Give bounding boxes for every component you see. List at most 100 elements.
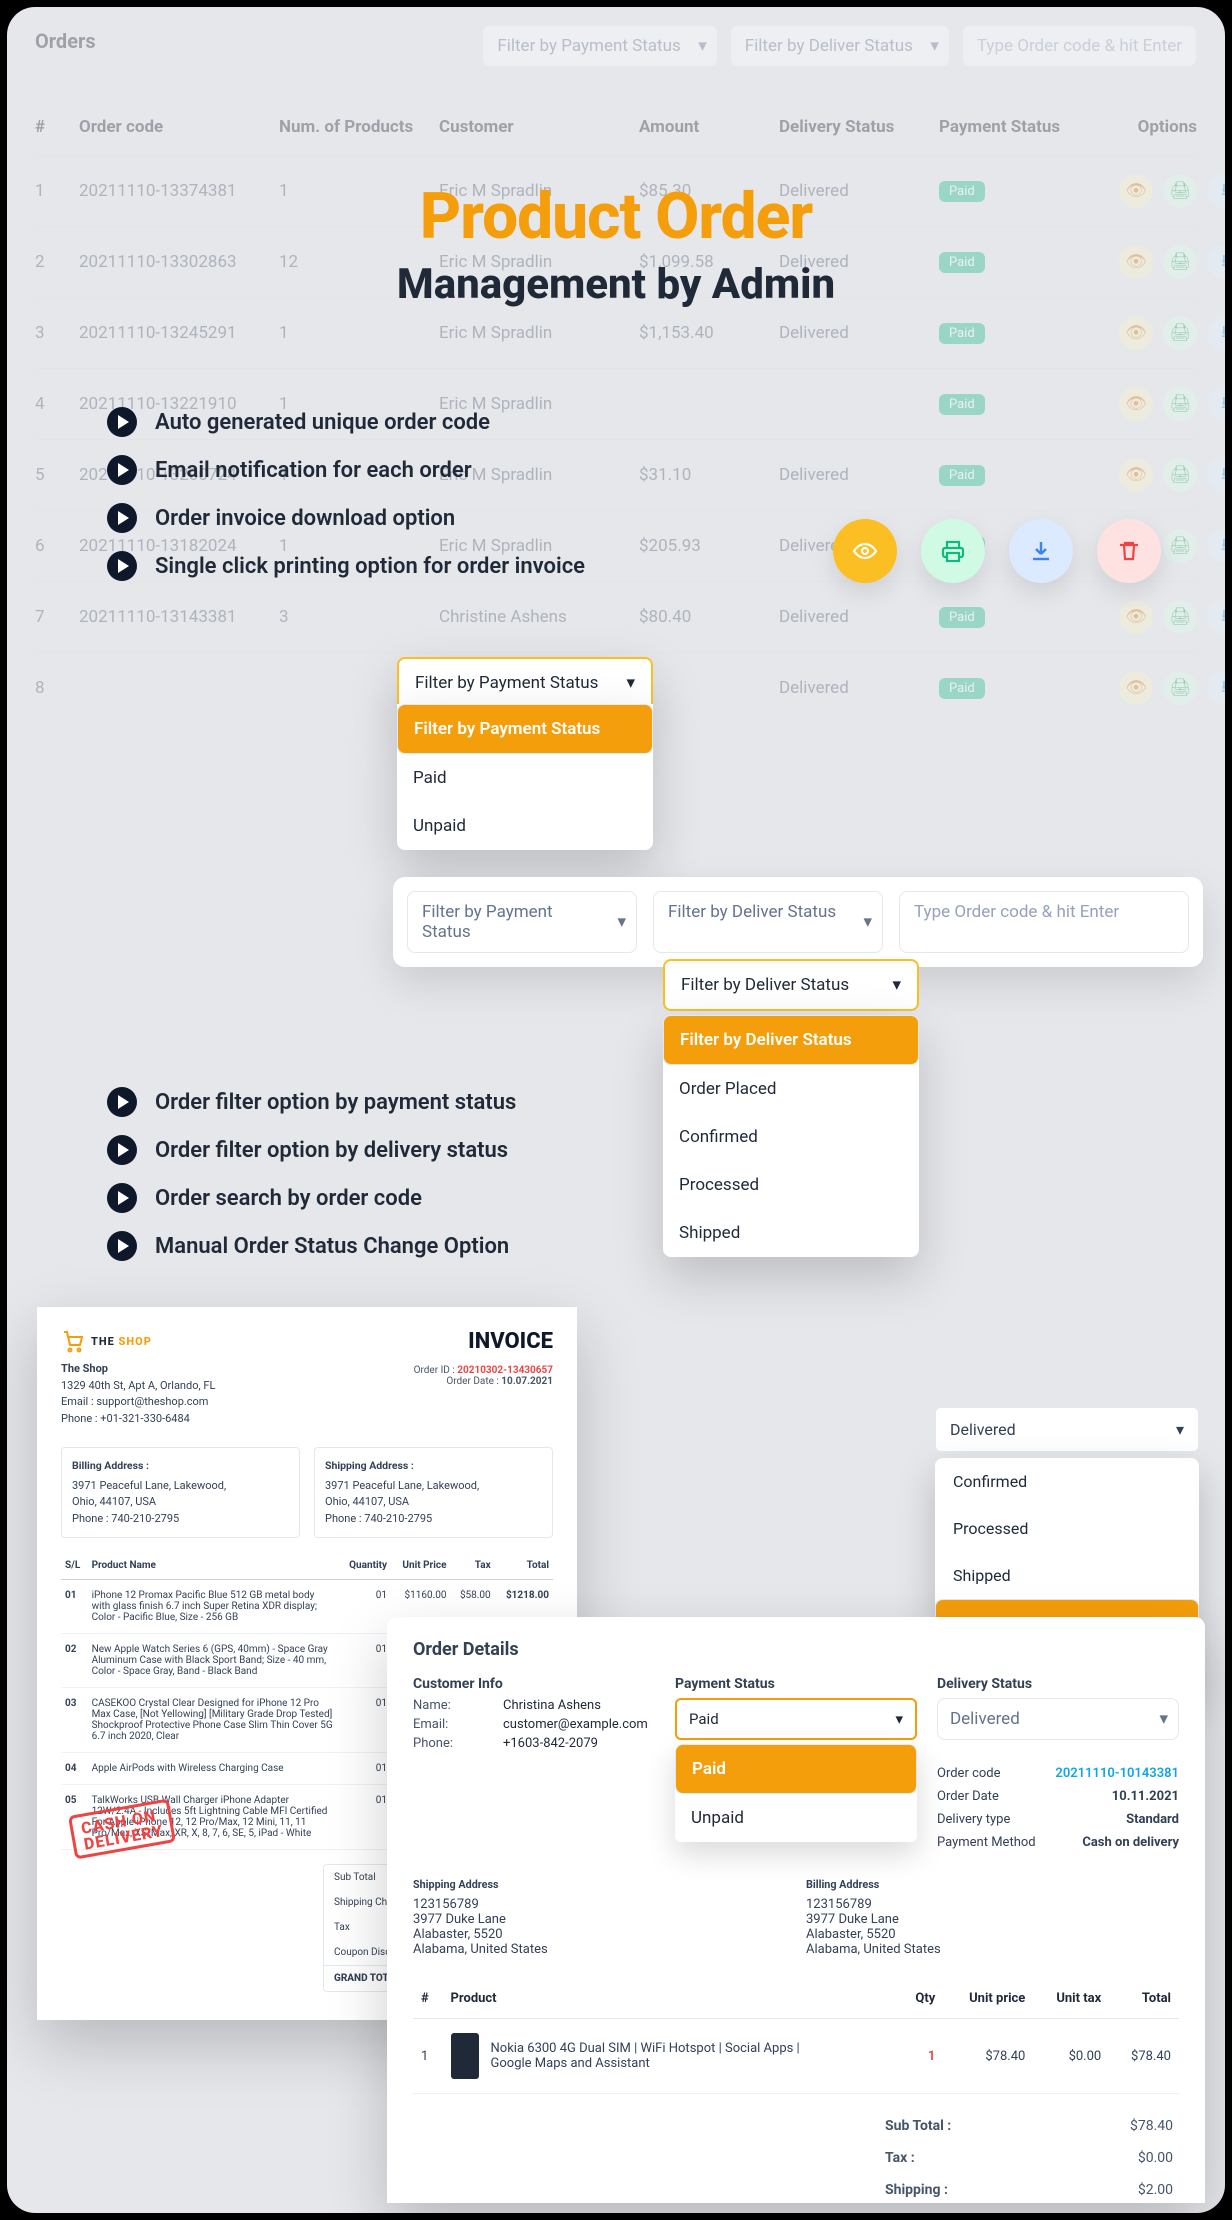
order-details-title: Order Details (413, 1639, 1179, 1660)
payment-filter-list: Filter by Payment StatusPaidUnpaid (397, 704, 653, 850)
dropdown-option[interactable]: Processed (935, 1505, 1199, 1552)
paid-badge: Paid (939, 394, 985, 415)
payment-status-value: Paid (689, 1710, 719, 1728)
addr-l4: Alabama, United States (413, 1942, 786, 1957)
delivery-type-label: Delivery type (937, 1812, 1010, 1827)
shipping-label: Shipping : (885, 2182, 948, 2198)
download-button[interactable]: ⭳ (1207, 458, 1225, 492)
logo-the: THE (91, 1335, 119, 1348)
delivery-status-value: Delivered (950, 1709, 1020, 1729)
feature-item: Order invoice download option (107, 503, 585, 533)
payment-status-heading: Payment Status (675, 1676, 917, 1692)
print-button[interactable]: 🖨 (1163, 458, 1197, 492)
filter-payment-select[interactable]: Filter by Payment Status▾ (482, 25, 717, 67)
view-button[interactable]: 👁 (1119, 316, 1153, 350)
col-total: Total (1109, 1979, 1179, 2019)
download-button[interactable]: ⭳ (1207, 174, 1225, 208)
print-button[interactable]: 🖨 (1163, 671, 1197, 705)
print-button[interactable] (921, 519, 985, 583)
feature-text: Manual Order Status Change Option (155, 1234, 509, 1259)
feature-text: Order filter option by payment status (155, 1090, 516, 1115)
od-billing-address: Billing Address 123156789 3977 Duke Lane… (806, 1878, 1179, 1957)
billing-address-box: Billing Address : 3971 Peaceful Lane, La… (61, 1447, 300, 1538)
filter-deliver-select[interactable]: Filter by Deliver Status▾ (730, 25, 950, 67)
shop-phone: Phone : +01-321-330-6484 (61, 1411, 553, 1428)
dropdown-option[interactable]: Paid (675, 1744, 917, 1794)
deliver-filter-trigger[interactable]: Filter by Deliver Status▾ (663, 959, 919, 1011)
dropdown-option[interactable]: Unpaid (397, 802, 653, 850)
shipping-address-box: Shipping Address : 3971 Peaceful Lane, L… (314, 1447, 553, 1538)
col-qty: Qty (899, 1979, 944, 2019)
print-button[interactable]: 🖨 (1163, 387, 1197, 421)
line-num: 1 (413, 2019, 443, 2094)
table-row: 1 Nokia 6300 4G Dual SIM | WiFi Hotspot … (413, 2019, 1179, 2094)
dropdown-option[interactable]: Filter by Payment Status (397, 704, 653, 754)
shipping-line2: Ohio, 44107, USA (325, 1494, 542, 1511)
billing-heading: Billing Address : (72, 1458, 289, 1474)
customer-info-heading: Customer Info (413, 1676, 655, 1692)
shipping-line1: 3971 Peaceful Lane, Lakewood, (325, 1478, 542, 1495)
cust-phone-label: Phone: (413, 1736, 503, 1751)
chevron-down-icon: ▾ (1159, 1709, 1168, 1729)
subtotal-value: $78.40 (1130, 2118, 1173, 2134)
delete-button[interactable] (1097, 519, 1161, 583)
view-button[interactable]: 👁 (1119, 600, 1153, 634)
filter-payment-select[interactable]: Filter by Payment Status▾ (407, 891, 637, 953)
dropdown-option[interactable]: Confirmed (935, 1458, 1199, 1505)
download-button[interactable]: ⭳ (1207, 387, 1225, 421)
dropdown-option[interactable]: Shipped (663, 1209, 919, 1257)
subtotal-label: Sub Total (334, 1872, 376, 1883)
download-button[interactable]: ⭳ (1207, 671, 1225, 705)
addr-l1: 123156789 (413, 1897, 786, 1912)
view-button[interactable] (833, 519, 897, 583)
dropdown-option[interactable]: Order Placed (663, 1065, 919, 1113)
invoice-meta: Order ID : 20210302-13430657 Order Date … (414, 1365, 553, 1387)
dropdown-option[interactable]: Unpaid (675, 1794, 917, 1842)
delivery-status-trigger[interactable]: Delivered▾ (935, 1407, 1199, 1452)
print-button[interactable]: 🖨 (1163, 245, 1197, 279)
action-pills (833, 519, 1161, 583)
order-code-value: 20211110-10143381 (1055, 1766, 1179, 1781)
order-id-value: 20210302-13430657 (457, 1365, 553, 1376)
feature-text: Single click printing option for order i… (155, 554, 585, 579)
download-button[interactable]: ⭳ (1207, 316, 1225, 350)
order-search-input[interactable]: Type Order code & hit Enter (962, 25, 1197, 67)
print-button[interactable]: 🖨 (1163, 316, 1197, 350)
chevron-down-icon: ▾ (626, 673, 635, 693)
hero: Product Order Management by Admin (397, 179, 835, 309)
print-button[interactable]: 🖨 (1163, 600, 1197, 634)
payment-status-select[interactable]: Paid▾ (675, 1698, 917, 1740)
dropdown-option[interactable]: Paid (397, 754, 653, 802)
chevron-down-icon: ▾ (930, 36, 939, 56)
play-icon (107, 551, 137, 581)
download-button[interactable]: ⭳ (1207, 600, 1225, 634)
order-search-input[interactable]: Type Order code & hit Enter (899, 891, 1189, 953)
dropdown-option[interactable]: Processed (663, 1161, 919, 1209)
col-cust: Customer (439, 117, 639, 137)
download-button[interactable]: ⭳ (1207, 529, 1225, 563)
col-price: Unit price (943, 1979, 1033, 2019)
col-opts: Options (1119, 117, 1197, 137)
download-button[interactable]: ⭳ (1207, 245, 1225, 279)
col-deliv: Delivery Status (779, 117, 939, 137)
view-button[interactable]: 👁 (1119, 387, 1153, 421)
view-button[interactable]: 👁 (1119, 671, 1153, 705)
cust-email-label: Email: (413, 1717, 503, 1732)
dropdown-option[interactable]: Confirmed (663, 1113, 919, 1161)
dropdown-option[interactable]: Shipped (935, 1552, 1199, 1599)
print-button[interactable]: 🖨 (1163, 529, 1197, 563)
view-button[interactable]: 👁 (1119, 245, 1153, 279)
chevron-down-icon: ▾ (892, 975, 901, 995)
payment-filter-trigger[interactable]: Filter by Payment Status▾ (397, 657, 653, 709)
view-button[interactable]: 👁 (1119, 458, 1153, 492)
hero-title: Product Order (397, 179, 835, 254)
shipping-heading: Shipping Address : (325, 1458, 542, 1474)
col-prods: Num. of Products (279, 117, 439, 137)
dropdown-option[interactable]: Filter by Deliver Status (663, 1015, 919, 1065)
filter-deliver-select[interactable]: Filter by Deliver Status▾ (653, 891, 883, 953)
download-button[interactable] (1009, 519, 1073, 583)
delivery-status-select[interactable]: Delivered ▾ (937, 1698, 1179, 1740)
col-product: Product (443, 1979, 899, 2019)
print-button[interactable]: 🖨 (1163, 174, 1197, 208)
view-button[interactable]: 👁 (1119, 174, 1153, 208)
